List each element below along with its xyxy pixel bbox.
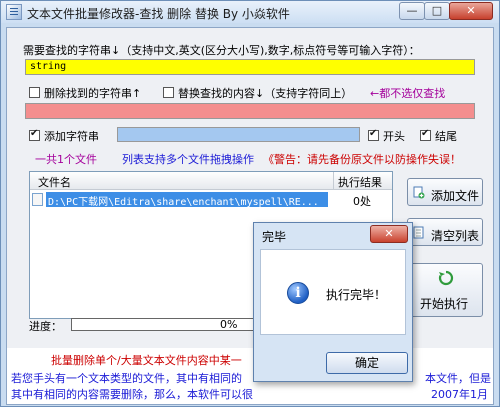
search-label: 需要查找的字符串↓（支持中文,英文(区分大小写),数字,标点符号等可输入字符）： [23, 44, 420, 57]
warning-text: 《警告：请先备份原文件以防操作失误！ [263, 153, 461, 166]
search-input-value: string [30, 61, 67, 72]
minimize-button[interactable]: — [399, 2, 425, 20]
clear-list-button[interactable]: 清空列表 [407, 218, 483, 246]
dialog-message: 执行完毕！ [326, 288, 387, 302]
dialog-close-button[interactable]: ✕ [370, 225, 408, 243]
description-line-1: 若您手头有一个文本类型的文件，其中有相同的 [11, 372, 242, 385]
file-list-header: 文件名 执行结果 [30, 172, 392, 190]
end-checkbox[interactable] [420, 128, 431, 141]
client-area: 需要查找的字符串↓（支持中文,英文(区分大小写),数字,标点符号等可输入字符）：… [6, 27, 494, 405]
add-string-label: 添加字符串 [44, 130, 99, 143]
add-string-checkbox[interactable] [29, 128, 40, 141]
file-icon [32, 193, 43, 206]
clear-list-label: 清空列表 [431, 229, 480, 243]
execute-label: 开始执行 [420, 297, 469, 311]
row-result: 0处 [353, 195, 371, 208]
progress-label: 进度： [29, 320, 62, 333]
clear-list-icon [413, 226, 424, 239]
app-icon [6, 4, 22, 20]
delete-checkbox-label: 删除找到的字符串↑ [44, 87, 142, 100]
refresh-icon [438, 270, 454, 286]
replace-checkbox-label: 替换查找的内容↓（支持字符同上） [178, 87, 353, 100]
start-label: 开头 [383, 130, 405, 143]
replace-input[interactable] [25, 103, 475, 119]
close-button[interactable]: ✕ [449, 2, 493, 20]
title-bar[interactable]: 文本文件批量修改器-查找 删除 替换 By 小焱软件 — □ ✕ [1, 1, 499, 23]
column-separator [333, 172, 334, 190]
add-file-label: 添加文件 [431, 189, 480, 203]
progress-percent: 0% [220, 318, 238, 331]
add-string-input[interactable] [117, 127, 360, 142]
add-file-button[interactable]: 添加文件 [407, 178, 483, 206]
description-line-2-end: 2007年1月 [431, 388, 488, 401]
main-window: 文本文件批量修改器-查找 删除 替换 By 小焱软件 — □ ✕ 需要查找的字符… [0, 0, 500, 407]
maximize-button[interactable]: □ [424, 2, 450, 20]
window-title: 文本文件批量修改器-查找 删除 替换 By 小焱软件 [27, 7, 290, 21]
info-icon: i [287, 282, 309, 304]
dialog-ok-button[interactable]: 确定 [326, 352, 408, 374]
description-headline: 批量删除单个/大量文本文件内容中某一 [51, 354, 242, 367]
dialog-title: 完毕 [262, 230, 287, 244]
dialog-body: i 执行完毕！ [260, 249, 406, 335]
row-file-path: D:\PC下载网\Editra\share\enchant\myspell\RE… [48, 197, 319, 208]
description-panel: 批量删除单个/大量文本文件内容中某一 若您手头有一个文本类型的文件，其中有相同的… [7, 348, 493, 404]
replace-checkbox[interactable] [163, 87, 174, 98]
execute-button[interactable]: 开始执行 [407, 263, 483, 317]
column-result[interactable]: 执行结果 [338, 174, 382, 190]
description-line-2: 其中有相同的内容需要删除，那么，本软件可以很 [11, 388, 253, 401]
file-count-text: 一共1个文件 [35, 153, 97, 166]
completion-dialog: 完毕 ✕ i 执行完毕！ 确定 [253, 222, 413, 382]
column-filename[interactable]: 文件名 [38, 174, 71, 190]
table-row[interactable]: D:\PC下载网\Editra\share\enchant\myspell\RE… [32, 192, 390, 208]
start-checkbox[interactable] [368, 128, 379, 141]
end-label: 结尾 [435, 130, 457, 143]
description-line-1-end: 本文件，但是 [425, 372, 491, 385]
no-select-hint: ←都不选仅查找 [370, 87, 446, 100]
search-input[interactable]: string [25, 59, 475, 75]
delete-checkbox[interactable] [29, 87, 40, 98]
add-file-icon [413, 186, 425, 199]
drag-tip-text: 列表支持多个文件拖拽操作 [122, 153, 254, 166]
